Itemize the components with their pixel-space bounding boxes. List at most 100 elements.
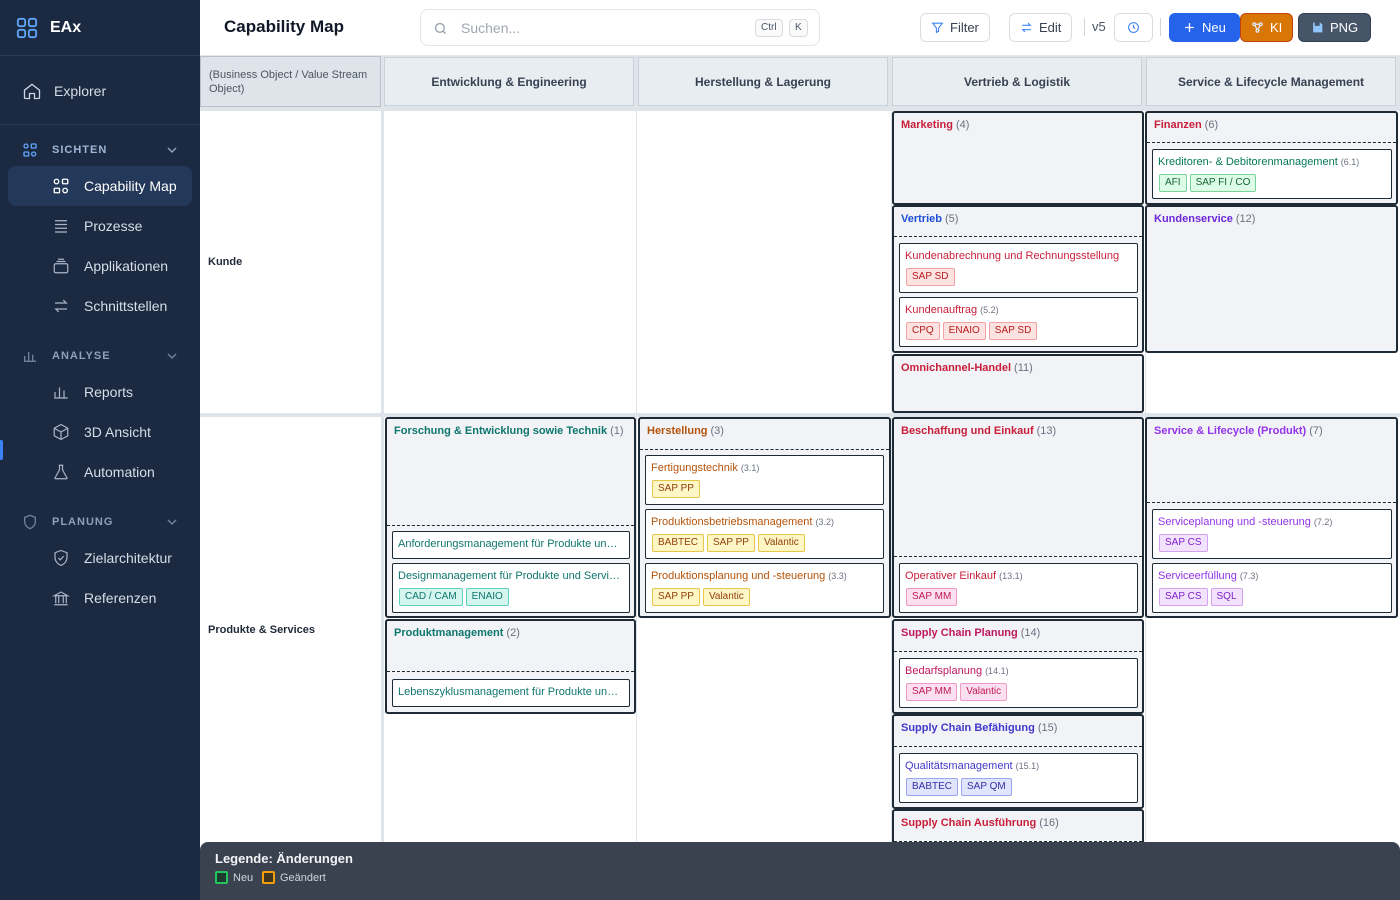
- grid-corner-label: (Business Object / Value Stream Object): [200, 56, 381, 107]
- save-icon: [1313, 22, 1323, 33]
- app-tag[interactable]: BABTEC: [906, 778, 959, 796]
- capability-count: (16): [1039, 817, 1059, 829]
- row-header[interactable]: Kunde: [200, 111, 381, 413]
- section-analyse[interactable]: ANALYSE: [8, 343, 192, 369]
- plus-icon: [1185, 23, 1194, 32]
- capability-block-service-lifecycle[interactable]: Service & Lifecycle (Produkt) (7) Service…: [1145, 417, 1398, 618]
- app-tag[interactable]: SAP QM: [961, 778, 1012, 796]
- app-tag[interactable]: ENAIO: [465, 588, 509, 606]
- capability-block-supply-chain-ausfuehrung[interactable]: Supply Chain Ausführung (16): [892, 809, 1144, 842]
- sidebar-item-label: Prozesse: [84, 218, 143, 234]
- sidebar-item-referenzen[interactable]: Referenzen: [8, 578, 192, 618]
- item-number: (3.3): [828, 571, 847, 581]
- column-header[interactable]: Herstellung & Lagerung: [638, 57, 888, 106]
- block-separator: [1147, 142, 1396, 143]
- app-tag[interactable]: SAP PP: [707, 534, 755, 552]
- sidebar-item-3d-ansicht[interactable]: 3D Ansicht: [8, 412, 192, 452]
- capability-item[interactable]: Produktionsplanung und -steuerung (3.3) S…: [645, 563, 884, 613]
- sidebar-resize-marker[interactable]: [0, 440, 3, 460]
- sidebar-item-zielarchitektur[interactable]: Zielarchitektur: [8, 538, 192, 578]
- capability-item[interactable]: Operativer Einkauf (13.1) SAP MM: [899, 563, 1138, 613]
- item-title: Anforderungsmanagement für Produkte und …: [398, 538, 623, 550]
- capability-count: (15): [1037, 722, 1058, 734]
- history-button[interactable]: [1114, 13, 1153, 42]
- capability-block-forschung[interactable]: Forschung & Entwicklung sowie Technik (1)…: [385, 417, 636, 618]
- capability-title: Finanzen: [1154, 119, 1202, 131]
- capability-block-supply-chain-befaehigung[interactable]: Supply Chain Befähigung (15) Qualitätsman…: [892, 714, 1144, 809]
- row-header[interactable]: Produkte & Services: [200, 417, 381, 842]
- column-header[interactable]: Vertrieb & Logistik: [892, 57, 1142, 106]
- section-label: PLANUNG: [52, 516, 114, 528]
- capability-item[interactable]: Designmanagement für Produkte und Servic…: [392, 563, 630, 613]
- brand[interactable]: EAx: [0, 0, 200, 56]
- app-tag[interactable]: BABTEC: [652, 534, 705, 552]
- sidebar-item-explorer[interactable]: Explorer: [8, 71, 192, 111]
- sidebar-item-automation[interactable]: Automation: [8, 452, 192, 492]
- png-button[interactable]: PNG: [1298, 13, 1372, 42]
- capability-item[interactable]: Lebenszyklusmanagement für Produkte und …: [392, 679, 630, 707]
- capability-block-vertrieb[interactable]: Vertrieb (5) Kundenabrechnung und Rechnun…: [892, 205, 1144, 353]
- sidebar-item-reports[interactable]: Reports: [8, 372, 192, 412]
- app-tag[interactable]: SAP CS: [1159, 534, 1208, 552]
- item-title: Kundenauftrag: [905, 304, 978, 316]
- capability-block-marketing[interactable]: Marketing (4): [892, 111, 1144, 205]
- sidebar-item-applikationen[interactable]: Applikationen: [8, 246, 192, 286]
- capability-title: Herstellung: [647, 425, 708, 437]
- app-tag[interactable]: ENAIO: [942, 322, 986, 340]
- section-planung[interactable]: PLANUNG: [8, 509, 192, 535]
- capability-block-produktmanagement[interactable]: Produktmanagement (2) Lebenszyklusmanagem…: [385, 619, 636, 714]
- capability-block-finanzen[interactable]: Finanzen (6) Kreditoren- & Debitorenmanag…: [1145, 111, 1398, 205]
- app-tag[interactable]: Valantic: [702, 588, 750, 606]
- edit-button[interactable]: Edit: [1009, 13, 1073, 42]
- app-tag[interactable]: CAD / CAM: [399, 588, 463, 606]
- capability-block-herstellung[interactable]: Herstellung (3) Fertigungstechnik (3.1) SA…: [638, 417, 891, 618]
- app-tag[interactable]: SAP MM: [906, 588, 958, 606]
- column-header[interactable]: Service & Lifecycle Management: [1146, 57, 1396, 106]
- search-box[interactable]: Ctrl K: [420, 9, 820, 46]
- app-tag[interactable]: CPQ: [906, 322, 940, 340]
- capability-item[interactable]: Kundenabrechnung und Rechnungsstellung S…: [899, 243, 1138, 293]
- item-title: Kundenabrechnung und Rechnungsstellung: [905, 250, 1120, 262]
- column-header[interactable]: Entwicklung & Engineering: [384, 57, 634, 106]
- app-tag[interactable]: SAP CS: [1159, 588, 1208, 606]
- capability-block-beschaffung[interactable]: Beschaffung und Einkauf (13) Operativer E…: [892, 417, 1144, 618]
- capability-item[interactable]: Qualitätsmanagement (15.1) BABTEC SAP QM: [899, 753, 1138, 803]
- capability-item[interactable]: Anforderungsmanagement für Produkte und …: [392, 531, 630, 559]
- app-tag[interactable]: SAP SD: [906, 268, 955, 286]
- app-tag[interactable]: SAP PP: [652, 588, 700, 606]
- app-tag[interactable]: AFI: [1159, 174, 1187, 192]
- item-title: Designmanagement für Produkte und Servic…: [398, 570, 623, 582]
- capability-block-kundenservice[interactable]: Kundenservice (12): [1145, 205, 1398, 353]
- capability-item[interactable]: Serviceerfüllung (7.3) SAP CS SQL: [1152, 563, 1392, 613]
- app-tag[interactable]: SQL: [1210, 588, 1243, 606]
- capability-item[interactable]: Serviceplanung und -steuerung (7.2) SAP C…: [1152, 509, 1392, 559]
- chevron-down-icon: [167, 353, 177, 360]
- app-tag[interactable]: SAP SD: [988, 322, 1038, 340]
- neu-button[interactable]: Neu: [1169, 13, 1240, 42]
- ki-button[interactable]: KI: [1240, 13, 1294, 42]
- sidebar-item-capability-map[interactable]: Capability Map: [8, 166, 192, 206]
- capability-item[interactable]: Kreditoren- & Debitorenmanagement (6.1) A…: [1152, 149, 1392, 199]
- sidebar-item-prozesse[interactable]: Prozesse: [8, 206, 192, 246]
- app-tag[interactable]: Valantic: [757, 534, 805, 552]
- sidebar-item-schnittstellen[interactable]: Schnittstellen: [8, 286, 192, 326]
- app-tag[interactable]: SAP FI / CO: [1189, 174, 1257, 192]
- block-separator: [894, 236, 1142, 237]
- block-separator: [894, 651, 1142, 652]
- capability-item[interactable]: Kundenauftrag (5.2) CPQ ENAIO SAP SD: [899, 297, 1138, 347]
- filter-button[interactable]: Filter: [920, 13, 990, 42]
- bar-chart-icon: [24, 352, 36, 362]
- capability-item[interactable]: Produktionsbetriebsmanagement (3.2) BABTE…: [645, 509, 884, 559]
- item-number: (3.1): [740, 463, 760, 473]
- app-tag[interactable]: SAP MM: [906, 683, 958, 701]
- capability-item[interactable]: Bedarfsplanung (14.1) SAP MM Valantic: [899, 658, 1138, 708]
- capability-item[interactable]: Fertigungstechnik (3.1) SAP PP: [645, 455, 884, 505]
- search-input[interactable]: [461, 18, 741, 38]
- app-tag[interactable]: SAP PP: [652, 480, 700, 498]
- app-tag[interactable]: Valantic: [960, 683, 1008, 701]
- section-sichten[interactable]: SICHTEN: [8, 137, 192, 163]
- capability-block-supply-chain-planung[interactable]: Supply Chain Planung (14) Bedarfsplanung(…: [892, 619, 1144, 714]
- item-number: (14.1): [985, 666, 1009, 676]
- capability-block-omnichannel[interactable]: Omnichannel-Handel (11): [892, 354, 1144, 413]
- shield-icon: [24, 514, 36, 530]
